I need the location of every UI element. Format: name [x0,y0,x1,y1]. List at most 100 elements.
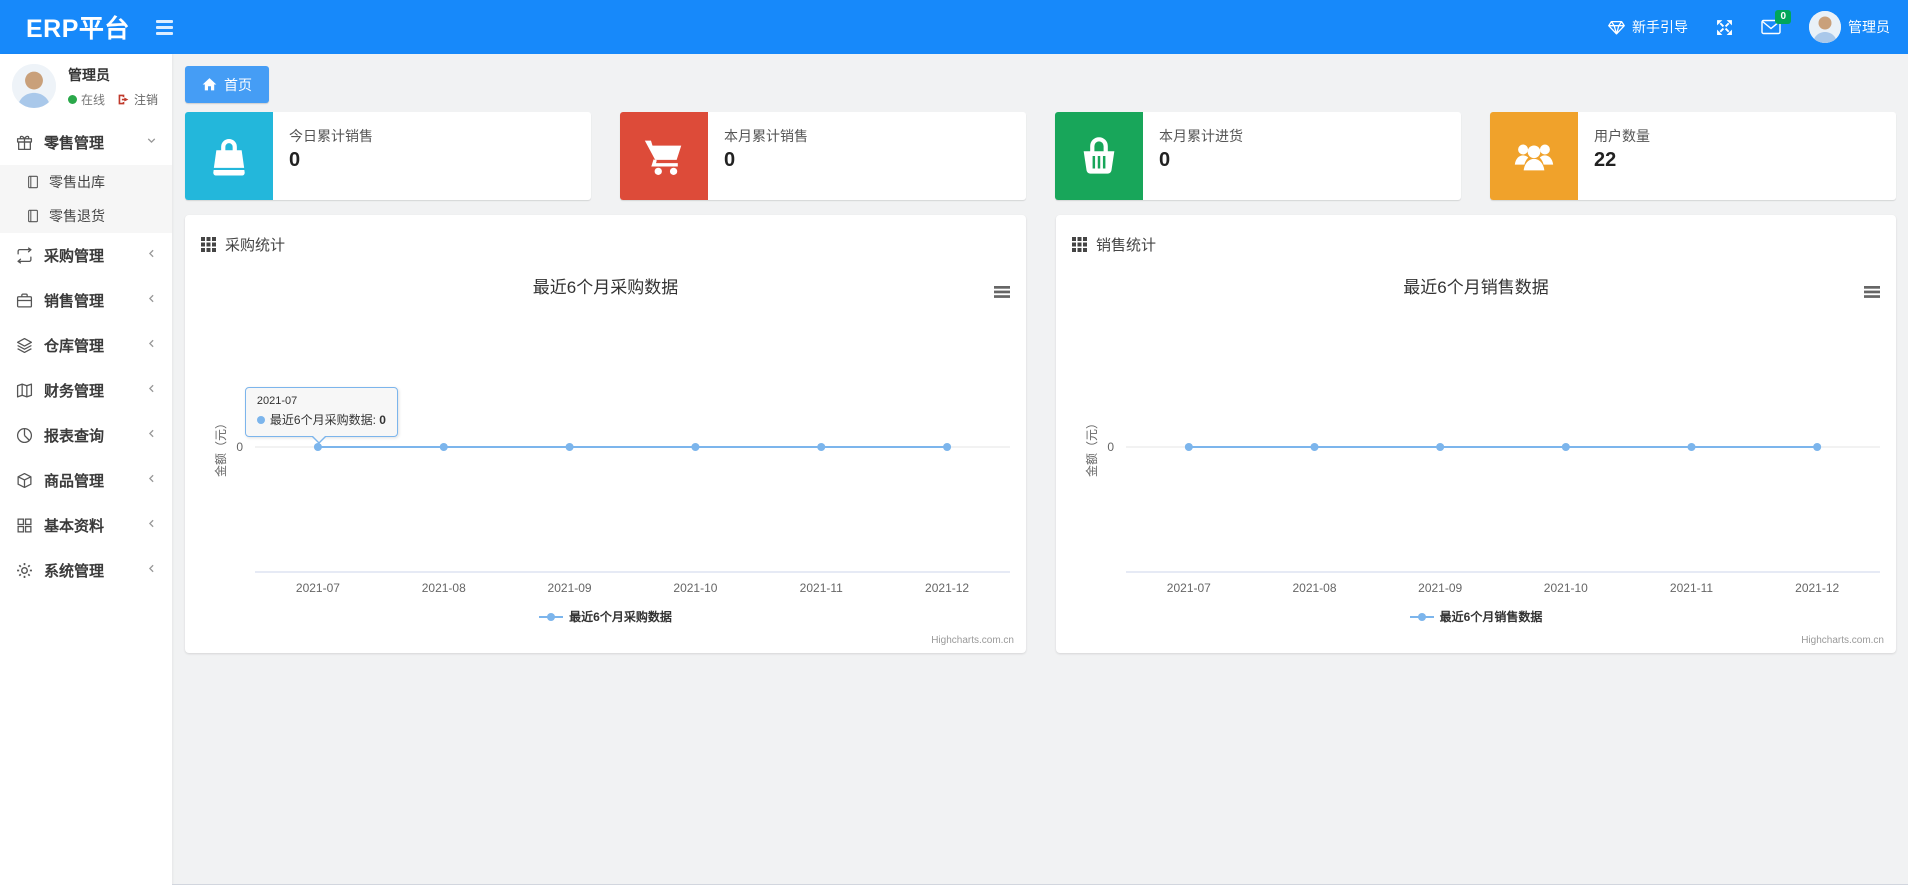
gear-icon [16,562,33,579]
fullscreen-button[interactable] [1716,19,1733,36]
footer-divider [172,884,1908,889]
sidebar-item-label: 采购管理 [44,248,105,265]
y-axis-title: 金额（元） [1084,417,1099,477]
sidebar-item-retail[interactable]: 零售管理 [0,120,172,165]
top-navbar: ERP平台 新手引导 0 管理员 [0,0,1908,54]
grid-icon [16,517,33,534]
online-status-icon [68,94,77,104]
logout-label: 注销 [134,92,159,107]
chart-legend[interactable]: 最近6个月销售数据 [1056,608,1896,625]
fullscreen-icon [1717,19,1732,35]
stat-card-month-purchases[interactable]: 本月累计进货 0 [1055,112,1461,200]
th-grid-icon [201,237,216,252]
cart-icon [620,112,708,200]
chart-credits[interactable]: Highcharts.com.cn [931,635,1014,646]
menu-icon[interactable] [155,19,173,35]
chevron-left-icon [145,337,158,354]
stat-cards-row: 今日累计销售 0 本月累计销售 0 本月累计进货 0 用户数量 22 [185,112,1896,200]
sidebar-item-label: 报表查询 [44,428,105,445]
sidebar-item-sales[interactable]: 销售管理 [0,278,172,323]
data-point[interactable] [1561,443,1570,451]
sidebar-item-basic-data[interactable]: 基本资料 [0,503,172,548]
data-point[interactable] [817,443,826,451]
chevron-left-icon [145,292,158,309]
data-point[interactable] [691,443,700,451]
chart-menu-icon[interactable] [1864,286,1880,298]
user-menu[interactable]: 管理员 [1809,11,1890,43]
pie-chart-icon [16,427,33,444]
sidebar-item-system[interactable]: 系统管理 [0,548,172,593]
chart-title: 最近6个月销售数据 [1403,278,1548,297]
avatar [1809,11,1841,43]
tab-home[interactable]: 首页 [185,66,269,103]
th-grid-icon [1072,237,1087,252]
stat-card-month-sales[interactable]: 本月累计销售 0 [620,112,1026,200]
stat-card-user-count[interactable]: 用户数量 22 [1490,112,1896,200]
sidebar-item-retail-outbound[interactable]: 零售出库 [0,165,172,199]
sales-stats-panel: 销售统计 最近6个月销售数据 金额（元） 0 2021-07 2021-08 2021-0… [1056,215,1896,653]
chart-legend[interactable]: 最近6个月采购数据 [185,608,1026,625]
data-point[interactable] [439,443,448,451]
app-brand[interactable]: ERP平台 [26,9,130,45]
x-axis-label: 2021-08 [422,581,466,595]
sidebar-item-label: 零售管理 [44,135,105,152]
newbie-guide-button[interactable]: 新手引导 [1608,17,1688,37]
x-axis-label: 2021-09 [548,581,592,595]
layers-icon [16,337,33,354]
stat-card-today-sales[interactable]: 今日累计销售 0 [185,112,591,200]
sidebar-item-goods[interactable]: 商品管理 [0,458,172,503]
map-icon [16,382,33,399]
chart-menu-icon[interactable] [994,286,1010,298]
sidebar-item-warehouse[interactable]: 仓库管理 [0,323,172,368]
newbie-guide-label: 新手引导 [1632,19,1688,35]
sales-chart[interactable]: 最近6个月销售数据 金额（元） 0 2021-07 2021-08 2021-09 2021… [1056,259,1896,651]
purchase-chart[interactable]: 最近6个月采购数据 金额（元） 0 2021-07 2021-08 2021-09 2021… [185,259,1026,651]
data-point[interactable] [313,443,322,451]
x-axis-label: 2021-07 [1167,581,1211,595]
avatar [12,64,56,108]
chart-tooltip: 2021-07 最近6个月采购数据: 0 [244,387,398,444]
stat-card-value: 22 [1594,149,1617,171]
stat-card-label: 本月累计进货 [1159,128,1243,144]
sidebar-item-retail-return[interactable]: 零售退货 [0,199,172,233]
chart-canvas: 最近6个月销售数据金额（元） 0 2021-07 2021-08 2021-09 2021… [1084,278,1880,595]
data-point[interactable] [1184,443,1193,451]
data-point[interactable] [1687,443,1696,451]
breadcrumb: 首页 [185,66,1896,103]
messages-button[interactable]: 0 [1761,10,1791,35]
chevron-left-icon [145,247,158,264]
data-point[interactable] [1813,443,1822,451]
data-point[interactable] [1310,443,1319,451]
sidebar-item-reports[interactable]: 报表查询 [0,413,172,458]
chevron-left-icon [145,562,158,579]
panel-title: 销售统计 [1096,237,1157,254]
x-axis-label: 2021-10 [1544,581,1588,595]
sidebar-item-purchase[interactable]: 采购管理 [0,233,172,278]
sidebar-item-label: 系统管理 [44,563,105,580]
data-point[interactable] [943,443,952,451]
y-axis-tick: 0 [236,440,243,454]
retail-submenu: 零售出库 零售退货 [0,165,172,233]
data-point[interactable] [565,443,574,451]
stat-card-value: 0 [289,149,301,171]
sidebar-item-label: 零售出库 [49,174,105,190]
sidebar: 管理员 在线 注销 零售管理 零售出库 零售退货 采购管理 销售管理 仓库管理 … [0,54,172,889]
sidebar-item-label: 财务管理 [44,383,105,400]
gift-icon [16,134,33,151]
x-axis-label: 2021-08 [1292,581,1336,595]
sidebar-user-name: 管理员 [68,66,110,83]
home-icon [202,78,217,91]
cube-icon [16,472,33,489]
journal-icon [26,209,40,223]
data-point[interactable] [1436,443,1445,451]
chevron-left-icon [145,427,158,444]
chart-credits[interactable]: Highcharts.com.cn [1801,635,1884,646]
online-status-label: 在线 [81,92,106,107]
sidebar-item-label: 销售管理 [44,293,105,310]
chevron-left-icon [145,472,158,489]
sidebar-item-finance[interactable]: 财务管理 [0,368,172,413]
logout-button[interactable]: 注销 [117,91,158,108]
y-axis-title: 金额（元） [213,417,228,477]
briefcase-icon [16,292,33,309]
chevron-left-icon [145,517,158,534]
